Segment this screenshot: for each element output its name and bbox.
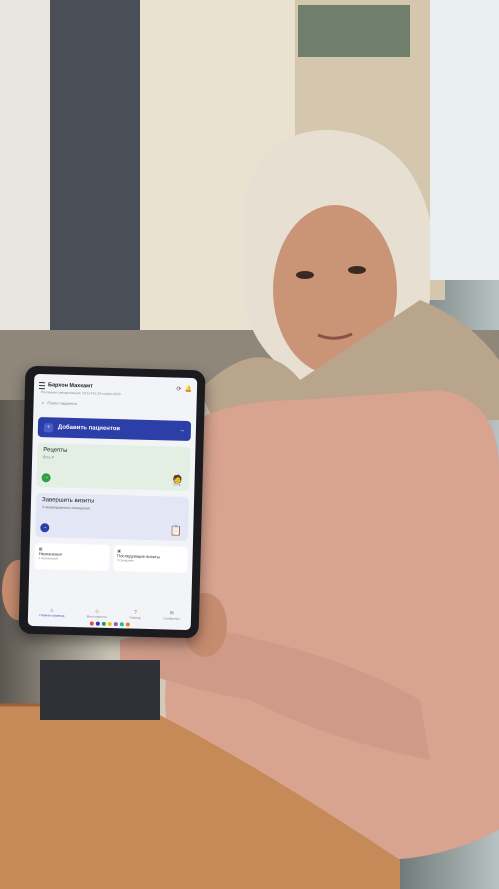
nav-home[interactable]: ⌂ Главная страница [39, 607, 65, 618]
tile-subtitle: 5 Назначений [38, 556, 58, 561]
arrow-right-icon[interactable]: → [40, 523, 50, 533]
photo-scene: Бархон Махкамт ⟳ 🔔 Последняя синхронизац… [0, 0, 499, 889]
tablet-screen: Бархон Махкамт ⟳ 🔔 Последняя синхронизац… [27, 373, 198, 631]
search-icon: ⌕ [41, 399, 45, 406]
nav-label: Мои пациенты [86, 614, 108, 619]
clipboard-illustration-icon: 📋 [169, 525, 183, 537]
follow-up-visits-tile[interactable]: ▣ Последующие визиты 0 Ожидания [112, 545, 188, 573]
complete-visits-card[interactable]: Завершить визиты 3 незавершенных посещен… [35, 493, 190, 542]
eye-left [296, 271, 314, 279]
add-patient-button[interactable]: + Добавить пациентов → [37, 417, 192, 442]
poster [298, 5, 410, 57]
nav-label: Сообщения [163, 616, 180, 621]
tablet: Бархон Махкамт ⟳ 🔔 Последняя синхронизац… [18, 365, 206, 639]
arrow-right-icon: → [178, 427, 185, 434]
sync-icon[interactable]: ⟳ [176, 385, 181, 392]
dock-app-icon[interactable] [113, 621, 118, 626]
dock-app-icon[interactable] [107, 621, 112, 626]
nav-patients[interactable]: ☺ Мои пациенты [87, 608, 108, 619]
dock-app-icon[interactable] [89, 620, 94, 626]
nav-label: Помощь [129, 615, 142, 620]
dock-app-icon[interactable] [119, 621, 124, 626]
nav-messages[interactable]: ✉ Сообщения [163, 610, 180, 621]
bell-icon[interactable]: 🔔 [184, 385, 192, 392]
nav-help[interactable]: ? Помощь [129, 609, 142, 620]
prescriptions-card[interactable]: Рецепты Есть 3 → 🧑‍⚕️ [36, 443, 191, 492]
dock-app-icon[interactable] [101, 621, 106, 626]
arrow-right-icon[interactable]: → [41, 473, 51, 483]
window-right [430, 0, 499, 280]
search-placeholder: Поиск пациента [47, 400, 78, 407]
appointments-tile[interactable]: ▦ Назначения 5 Назначений [34, 542, 110, 571]
summary-tiles: ▦ Назначения 5 Назначений ▣ Последующие … [34, 542, 188, 573]
doctor-illustration-icon: 🧑‍⚕️ [170, 475, 184, 487]
add-patient-label: Добавить пациентов [57, 424, 121, 433]
chair [40, 660, 160, 720]
curtain-dark [50, 0, 145, 330]
nav-label: Главная страница [39, 613, 65, 618]
eye-right [348, 266, 366, 274]
menu-icon[interactable] [38, 381, 46, 389]
search-bar[interactable]: ⌕ Поиск пациента [38, 398, 191, 411]
dock-app-icon[interactable] [125, 621, 130, 626]
dock-app-icon[interactable] [95, 621, 100, 626]
add-user-icon: + [43, 422, 54, 432]
